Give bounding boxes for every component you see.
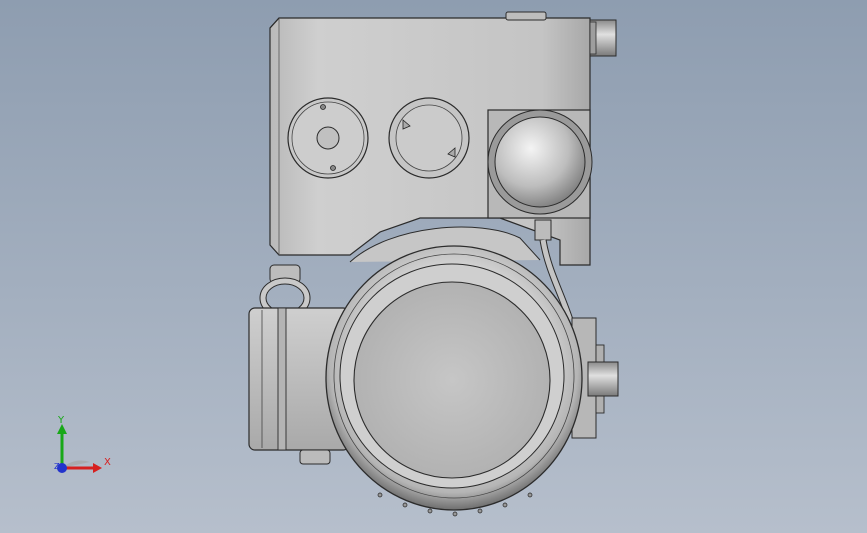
y-axis-label: Y (58, 415, 65, 426)
graphics-viewport[interactable]: Y X Z (0, 0, 867, 533)
x-axis-label: X (104, 457, 111, 468)
vacuum-pump-model[interactable] (0, 0, 867, 533)
exhaust-filter-dome (487, 109, 593, 219)
filler-cap (287, 97, 369, 179)
z-axis-label: Z (54, 462, 60, 471)
motor-fan-cover (325, 226, 583, 517)
orientation-triad: Y X Z (50, 412, 120, 482)
sight-glass (388, 97, 470, 179)
outlet-pipe-top (589, 19, 617, 57)
